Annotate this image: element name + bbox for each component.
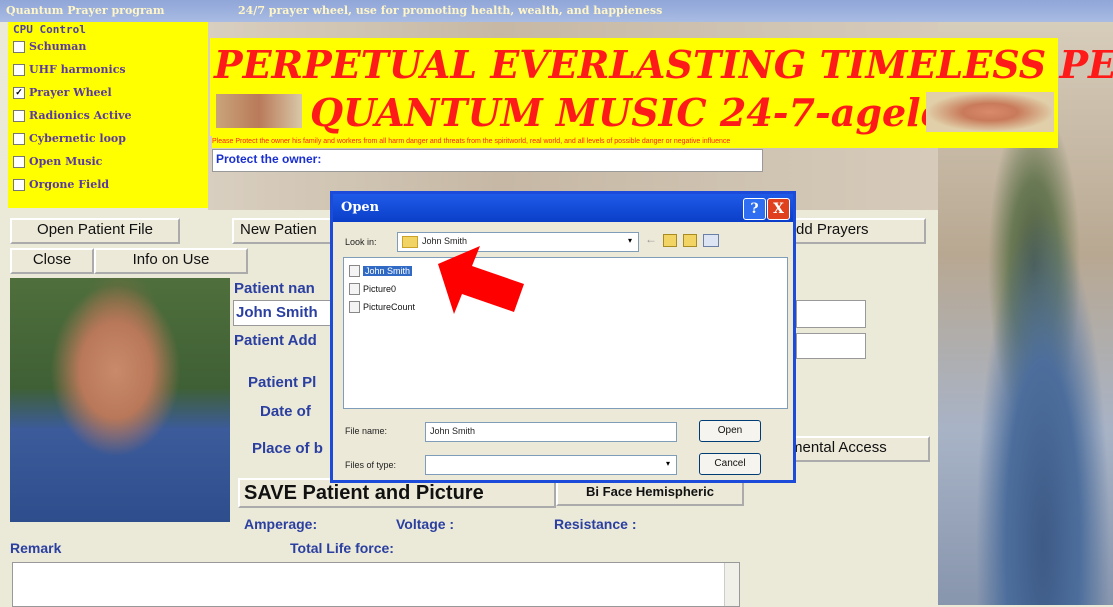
cpu-control-panel: CPU Control Schuman UHF harmonics ✓ Praye…	[8, 22, 208, 208]
file-item-label: PictureCount	[363, 302, 416, 312]
protect-text: Please Protect the owner his family and …	[212, 136, 1058, 148]
close-button[interactable]: Close	[10, 248, 94, 274]
dialog-cancel-button[interactable]: Cancel	[699, 453, 761, 475]
file-item-john-smith[interactable]: John Smith	[349, 265, 413, 277]
checkbox-schuman[interactable]: Schuman	[13, 40, 86, 53]
checkbox-box[interactable]	[13, 178, 25, 191]
checkbox-label: Orgone Field	[29, 178, 110, 191]
patient-name-field-right[interactable]	[796, 300, 866, 328]
patient-name-field[interactable]: John Smith	[233, 300, 333, 326]
file-item-label: Picture0	[363, 284, 397, 294]
checkbox-box[interactable]	[13, 40, 25, 53]
file-item-picture0[interactable]: Picture0	[349, 283, 396, 295]
view-menu-icon[interactable]	[703, 234, 719, 247]
banner-title-1: PERPETUAL EVERLASTING TIMELESS PET	[214, 42, 1113, 87]
app-title-bar: Quantum Prayer program 24/7 prayer wheel…	[0, 0, 1113, 22]
file-list[interactable]: John Smith Picture0 PictureCount	[343, 257, 788, 409]
total-life-force-label: Total Life force:	[290, 540, 394, 556]
mental-access-button[interactable]: mental Access	[790, 436, 930, 462]
voltage-label: Voltage :	[396, 516, 455, 532]
dialog-title-bar: Open ? X	[333, 194, 793, 222]
look-in-label: Look in:	[345, 237, 377, 247]
banner-line-2: QUANTUM MUSIC 24-7-ageless	[210, 88, 1058, 136]
patient-name-label: Patient nan	[234, 280, 315, 297]
open-file-dialog: Open ? X Look in: John Smith ▾ ← John Sm…	[330, 191, 796, 483]
patient-name-value: John Smith	[236, 304, 318, 321]
cpu-control-header: CPU Control	[13, 23, 86, 36]
file-type-select[interactable]: ▾	[425, 455, 677, 475]
file-item-label: John Smith	[363, 266, 413, 276]
open-patient-file-button[interactable]: Open Patient File	[10, 218, 180, 244]
chevron-down-icon[interactable]: ▾	[662, 458, 674, 470]
checkbox-box[interactable]	[13, 155, 25, 168]
info-on-use-button[interactable]: Info on Use	[94, 248, 248, 274]
close-dialog-button[interactable]: X	[767, 198, 790, 220]
checkbox-box[interactable]	[13, 63, 25, 76]
checkbox-uhf-harmonics[interactable]: UHF harmonics	[13, 63, 126, 76]
app-title: Quantum Prayer program	[6, 4, 165, 17]
add-prayers-button[interactable]: dd Prayers	[796, 218, 926, 244]
banner-image-left	[216, 94, 302, 128]
checkbox-box[interactable]	[13, 109, 25, 122]
file-name-value: John Smith	[430, 426, 476, 436]
checkbox-label: Schuman	[29, 40, 87, 53]
remark-label: Remark	[10, 540, 62, 556]
app-subtitle: 24/7 prayer wheel, use for promoting hea…	[238, 4, 663, 17]
chevron-down-icon[interactable]: ▾	[624, 235, 636, 247]
banner-line-1: PERPETUAL EVERLASTING TIMELESS PET	[210, 38, 1113, 88]
checkbox-label: UHF harmonics	[29, 63, 126, 76]
file-type-label: Files of type:	[345, 460, 397, 470]
protect-owner-field[interactable]: Protect the owner:	[212, 149, 763, 172]
patient-photo-label: Patient Pl	[248, 374, 317, 391]
text-file-icon	[349, 301, 360, 313]
file-name-label: File name:	[345, 426, 388, 436]
resistance-label: Resistance :	[554, 516, 637, 532]
remark-scrollbar[interactable]	[724, 563, 739, 606]
checkbox-radionics-active[interactable]: Radionics Active	[13, 109, 132, 122]
hemisphere-button[interactable]: Bi Face Hemispheric	[556, 480, 744, 506]
image-file-icon	[349, 283, 360, 295]
amperage-label: Amperage:	[244, 516, 318, 532]
patient-address-field-right[interactable]	[796, 333, 866, 359]
arrow-shape	[438, 246, 524, 314]
new-patient-button[interactable]: New Patien	[232, 218, 330, 244]
banner-title-2: QUANTUM MUSIC 24-7-ageless	[310, 90, 988, 135]
up-folder-icon[interactable]	[663, 234, 677, 247]
file-icon	[349, 265, 360, 277]
place-of-birth-label: Place of b	[252, 440, 323, 457]
date-of-birth-label: Date of	[260, 403, 311, 420]
banner-image-right	[926, 92, 1054, 132]
checkbox-label: Prayer Wheel	[29, 86, 112, 99]
checkbox-prayer-wheel[interactable]: ✓ Prayer Wheel	[13, 86, 112, 99]
checkbox-label: Cybernetic loop	[29, 132, 126, 145]
dialog-title: Open	[341, 200, 380, 215]
file-name-input[interactable]: John Smith	[425, 422, 677, 442]
red-arrow-annotation	[438, 246, 524, 314]
checkbox-orgone-field[interactable]: Orgone Field	[13, 178, 109, 191]
help-button[interactable]: ?	[743, 198, 766, 220]
checkbox-cybernetic-loop[interactable]: Cybernetic loop	[13, 132, 126, 145]
checkbox-box[interactable]	[13, 132, 25, 145]
patient-address-field[interactable]	[233, 328, 331, 352]
protect-owner-label: Protect the owner:	[216, 152, 322, 166]
file-item-picturecount[interactable]: PictureCount	[349, 301, 415, 313]
patient-photo	[10, 278, 230, 522]
remark-textarea[interactable]	[12, 562, 740, 607]
new-folder-icon[interactable]	[683, 234, 697, 247]
checkbox-box-checked[interactable]: ✓	[13, 86, 25, 99]
checkbox-label: Radionics Active	[29, 109, 132, 122]
back-icon[interactable]: ←	[645, 232, 657, 246]
folder-icon	[402, 236, 418, 248]
checkbox-open-music[interactable]: Open Music	[13, 155, 102, 168]
checkbox-label: Open Music	[29, 155, 103, 168]
dialog-open-button[interactable]: Open	[699, 420, 761, 442]
